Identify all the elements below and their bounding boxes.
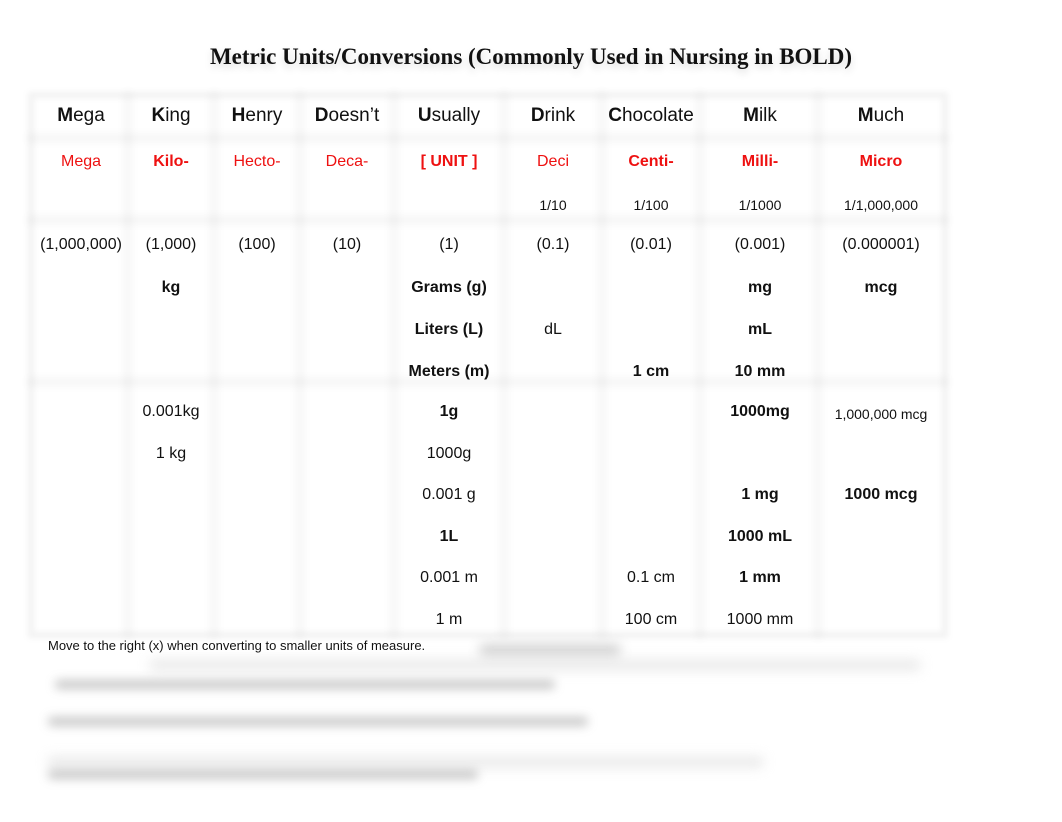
conversion-cell: 1 kg (155, 444, 187, 462)
conversion-cell: 0.001 m (420, 569, 478, 587)
unit-cell: mL (748, 321, 772, 338)
conversion-cell: 1000 mm (726, 611, 794, 628)
unit-cell: dL (544, 321, 562, 338)
row-divider (28, 134, 948, 142)
mnemonic-initial: C (608, 105, 622, 126)
conversion-cell: 1,000,000 mcg (834, 406, 928, 422)
fraction-label: 1/1,000,000 (844, 197, 918, 213)
multiplier-value: (0.000001) (842, 236, 920, 253)
mnemonic-initial: M (743, 105, 759, 126)
prefix-label: Micro (859, 153, 903, 170)
conversion-cell: 1000 mL (727, 527, 793, 545)
conversion-cell: 1000g (426, 444, 472, 462)
conversion-cell: 1 m (435, 611, 463, 628)
mnemonic-header: Much (801, 105, 961, 127)
column-divider (296, 92, 304, 638)
mnemonic-initial: D (314, 105, 329, 126)
conversion-cell: 1g (439, 403, 459, 420)
unit-cell: Grams (g) (411, 279, 487, 296)
metric-conversion-table: Mega Mega (1,000,000) King Kilo- (1,000) Henry… (28, 92, 948, 638)
column-divider (124, 92, 132, 638)
column-divider (210, 92, 218, 638)
conversion-cell: 1000 mcg (844, 486, 918, 504)
unit-cell: 10 mm (734, 363, 786, 380)
mnemonic-initial: U (417, 105, 432, 126)
mnemonic-initial: K (151, 105, 166, 126)
unit-cell: Meters (m) (408, 363, 490, 380)
unit-cell: mcg (864, 279, 898, 296)
row-divider (28, 216, 948, 224)
conversion-cell: 0.001kg (142, 403, 200, 420)
mnemonic-initial: H (231, 105, 246, 126)
conversion-cell: 0.001 g (422, 486, 476, 504)
unit-cell: kg (161, 279, 181, 296)
page-title: Metric Units/Conversions (Commonly Used … (209, 44, 853, 69)
mnemonic-initial: M (857, 105, 874, 126)
mnemonic-rest: uch (873, 105, 905, 126)
conversion-cell: 1L (439, 527, 459, 545)
conversion-cell: 1 mm (739, 569, 781, 587)
mnemonic-initial: D (530, 105, 545, 126)
mnemonic-rest: ilk (758, 105, 777, 126)
conversion-note: Move to the right (x) when converting to… (48, 638, 426, 653)
mnemonic-initial: M (57, 105, 74, 126)
